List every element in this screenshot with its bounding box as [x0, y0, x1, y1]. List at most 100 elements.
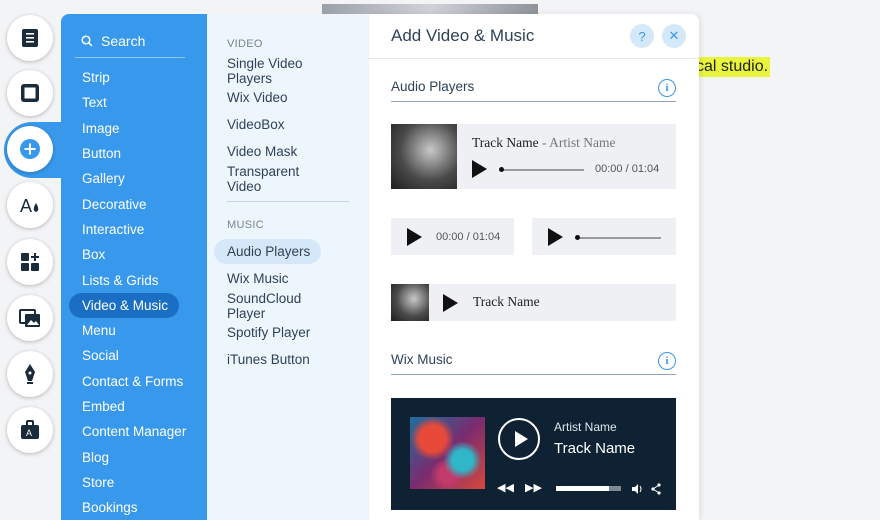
subcategory-divider: [227, 201, 349, 202]
player-thumbnail: [391, 124, 457, 189]
canvas-highlight-text: cal studio.: [694, 57, 771, 77]
category-item[interactable]: Button: [69, 141, 203, 166]
audio-players-section-title: Audio Players: [391, 79, 475, 94]
media-button[interactable]: [7, 295, 53, 341]
album-art: [410, 417, 485, 489]
pen-icon: [25, 364, 35, 384]
category-item[interactable]: Strip: [69, 65, 203, 90]
subcategory-item[interactable]: Wix Video: [214, 85, 321, 110]
search-icon: [81, 34, 93, 47]
theme-button[interactable]: A: [7, 182, 53, 228]
track-name: Track Name: [473, 294, 540, 309]
business-button[interactable]: A: [7, 407, 53, 453]
add-button[interactable]: [7, 126, 53, 172]
background-icon: [21, 84, 39, 102]
progress-remaining: [609, 486, 621, 491]
close-button[interactable]: ✕: [662, 24, 686, 48]
subcategory-item[interactable]: SoundCloud Player: [214, 291, 321, 321]
player-time: 00:00 / 01:04: [436, 231, 501, 243]
play-icon: [514, 431, 528, 447]
business-icon: A: [21, 420, 39, 439]
apps-icon: [21, 253, 39, 271]
category-item[interactable]: Text: [69, 90, 203, 115]
player-time: 00:00 / 01:04: [595, 163, 660, 175]
help-button[interactable]: ?: [630, 24, 654, 48]
wix-music-section-title: Wix Music: [391, 352, 453, 367]
category-item[interactable]: Lists & Grids: [69, 267, 203, 292]
progress-bar[interactable]: [501, 169, 584, 171]
progress-bar[interactable]: [556, 486, 609, 491]
category-item[interactable]: Interactive: [69, 217, 203, 242]
category-item[interactable]: Menu: [69, 318, 203, 343]
wix-music-player[interactable]: Artist Name Track Name ◀◀ ▶▶: [391, 398, 676, 510]
category-item[interactable]: Social: [69, 343, 203, 368]
category-item[interactable]: Box: [69, 242, 203, 267]
video-section-header: VIDEO: [227, 38, 263, 50]
category-list: Strip Text Image Button Gallery Decorati…: [69, 65, 203, 520]
info-icon[interactable]: i: [658, 352, 676, 370]
audio-player-time[interactable]: 00:00 / 01:04: [391, 218, 514, 255]
subcategory-item[interactable]: Wix Music: [214, 266, 321, 291]
section-divider: [391, 374, 676, 375]
audio-player-bar[interactable]: [532, 218, 676, 255]
svg-text:A: A: [26, 428, 32, 438]
audio-player-compact[interactable]: Track Name: [391, 284, 676, 321]
help-icon: ?: [638, 28, 646, 44]
track-name: Track Name: [554, 440, 636, 457]
pages-icon: [22, 29, 38, 47]
audio-player-full[interactable]: Track Name - Artist Name 00:00 / 01:04: [391, 124, 676, 189]
artist-name: Artist Name: [549, 135, 616, 150]
subcategory-item[interactable]: Video Mask: [214, 139, 321, 164]
category-item[interactable]: Image: [69, 116, 203, 141]
subcategory-item[interactable]: iTunes Button: [214, 347, 321, 372]
progress-knob[interactable]: [499, 167, 504, 172]
add-icon: [20, 139, 40, 159]
category-item[interactable]: Embed: [69, 394, 203, 419]
pen-button[interactable]: [7, 351, 53, 397]
category-item[interactable]: Contact & Forms: [69, 369, 203, 394]
play-icon[interactable]: [472, 160, 487, 178]
panel-title: Add Video & Music: [391, 26, 535, 45]
progress-knob[interactable]: [575, 235, 580, 240]
artist-name: Artist Name: [554, 420, 617, 434]
panel-header: Add Video & Music ? ✕: [369, 14, 699, 59]
play-icon[interactable]: [407, 228, 422, 246]
progress-bar[interactable]: [577, 237, 661, 239]
play-icon[interactable]: [548, 228, 563, 246]
track-separator: -: [542, 135, 547, 150]
player-track-label: Track Name - Artist Name: [472, 135, 616, 151]
category-item[interactable]: Content Manager: [69, 419, 203, 444]
play-button[interactable]: [498, 418, 540, 460]
player-thumbnail: [391, 284, 429, 321]
category-item-selected[interactable]: Video & Music: [69, 292, 179, 318]
category-item[interactable]: Bookings: [69, 495, 203, 520]
volume-icon[interactable]: [631, 483, 643, 495]
category-item[interactable]: Decorative: [69, 191, 203, 216]
category-item[interactable]: Gallery: [69, 166, 203, 191]
track-name: Track Name: [472, 135, 539, 150]
pages-button[interactable]: [7, 15, 53, 61]
apps-button[interactable]: [7, 239, 53, 285]
subcategory-item[interactable]: Spotify Player: [214, 320, 321, 345]
subcategory-item[interactable]: Transparent Video: [214, 164, 321, 194]
search-input[interactable]: Search: [75, 28, 185, 58]
next-icon[interactable]: ▶▶: [525, 481, 542, 494]
svg-text:A: A: [20, 196, 32, 216]
tool-rail: A A: [0, 0, 64, 520]
section-divider: [391, 101, 676, 102]
previous-icon[interactable]: ◀◀: [497, 481, 514, 494]
subcategory-panel: VIDEO Single Video Players Wix Video Vid…: [207, 14, 369, 520]
subcategory-item-selected[interactable]: Audio Players: [214, 239, 321, 264]
category-panel: Search Strip Text Image Button Gallery D…: [61, 14, 207, 520]
theme-icon: A: [20, 196, 39, 216]
share-icon[interactable]: [651, 483, 661, 495]
background-button[interactable]: [7, 70, 53, 116]
subcategory-item[interactable]: VideoBox: [214, 112, 321, 137]
play-icon[interactable]: [443, 294, 458, 312]
info-icon[interactable]: i: [658, 79, 676, 97]
close-icon: ✕: [668, 28, 680, 43]
subcategory-item[interactable]: Single Video Players: [214, 56, 321, 86]
category-item[interactable]: Store: [69, 470, 203, 495]
music-section-header: MUSIC: [227, 219, 264, 231]
category-item[interactable]: Blog: [69, 444, 203, 469]
